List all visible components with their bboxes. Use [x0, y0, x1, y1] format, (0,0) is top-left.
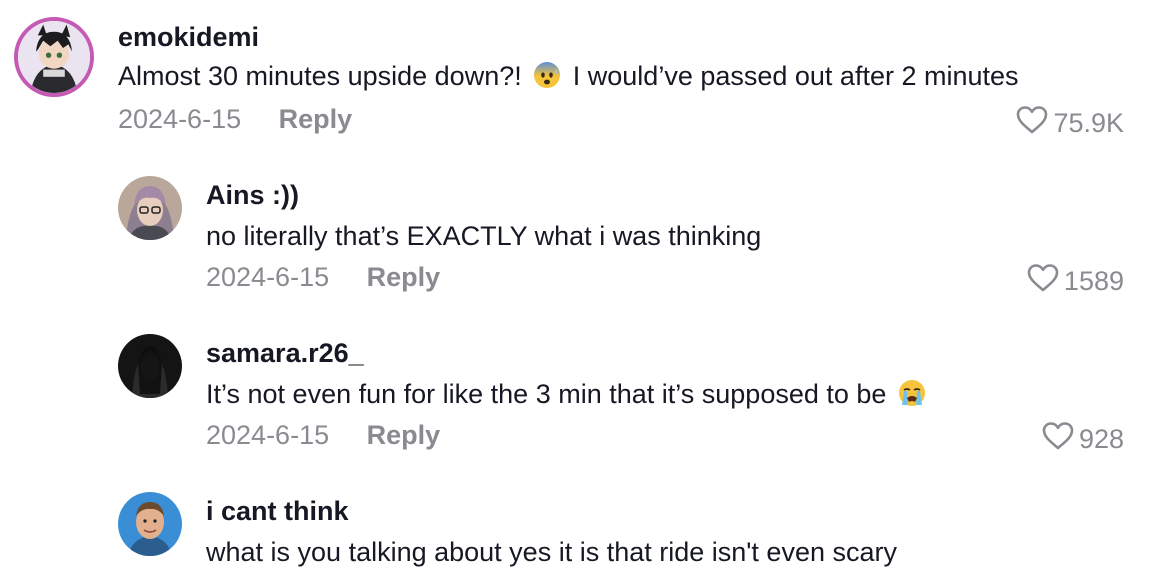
username[interactable]: samara.r26_ — [206, 338, 364, 369]
reply-button[interactable]: Reply — [279, 104, 353, 134]
reply-button[interactable]: Reply — [367, 262, 441, 292]
comment-meta: 2024-6-15 Reply — [206, 420, 440, 451]
avatar[interactable] — [118, 492, 182, 556]
comment-text-end: I would’ve passed out after 2 minutes — [572, 61, 1019, 91]
reply-button[interactable]: Reply — [367, 420, 441, 450]
avatar-image — [18, 21, 90, 93]
username[interactable]: emokidemi — [118, 22, 259, 53]
comment-meta: 2024-6-15 Reply — [118, 104, 352, 135]
comment-date: 2024-6-15 — [118, 104, 242, 134]
comment-text: what is you talking about yes it is that… — [206, 537, 897, 567]
crying-face-emoji — [898, 379, 926, 407]
avatar-image — [118, 334, 182, 398]
heart-icon[interactable] — [1015, 104, 1049, 143]
comment-text-start: It’s not even fun for like the 3 min tha… — [206, 379, 887, 409]
comment-text: Almost 30 minutes upside down?! I would’… — [118, 61, 1019, 92]
avatar-image — [118, 176, 182, 240]
like-button[interactable]: 928 — [1041, 420, 1124, 459]
heart-icon[interactable] — [1041, 420, 1075, 459]
like-count: 928 — [1078, 424, 1124, 454]
like-count: 1589 — [1063, 266, 1124, 296]
anxious-face-emoji — [533, 61, 561, 89]
comment-text: no literally that’s EXACTLY what i was t… — [206, 221, 762, 251]
comment-date: 2024-6-15 — [206, 420, 330, 450]
avatar[interactable] — [118, 334, 182, 398]
like-button[interactable]: 75.9K — [1015, 104, 1124, 143]
like-button[interactable]: 1589 — [1026, 262, 1124, 301]
avatar-image — [118, 492, 182, 556]
comment-text-start: Almost 30 minutes upside down?! — [118, 61, 522, 91]
username[interactable]: i cant think — [206, 496, 349, 527]
like-count: 75.9K — [1053, 108, 1124, 138]
avatar[interactable] — [14, 17, 94, 97]
username[interactable]: Ains :)) — [206, 180, 299, 211]
comment-text: It’s not even fun for like the 3 min tha… — [206, 379, 930, 410]
comment-meta: 2024-6-15 Reply — [206, 262, 440, 293]
comment-date: 2024-6-15 — [206, 262, 330, 292]
heart-icon[interactable] — [1026, 262, 1060, 301]
avatar[interactable] — [118, 176, 182, 240]
